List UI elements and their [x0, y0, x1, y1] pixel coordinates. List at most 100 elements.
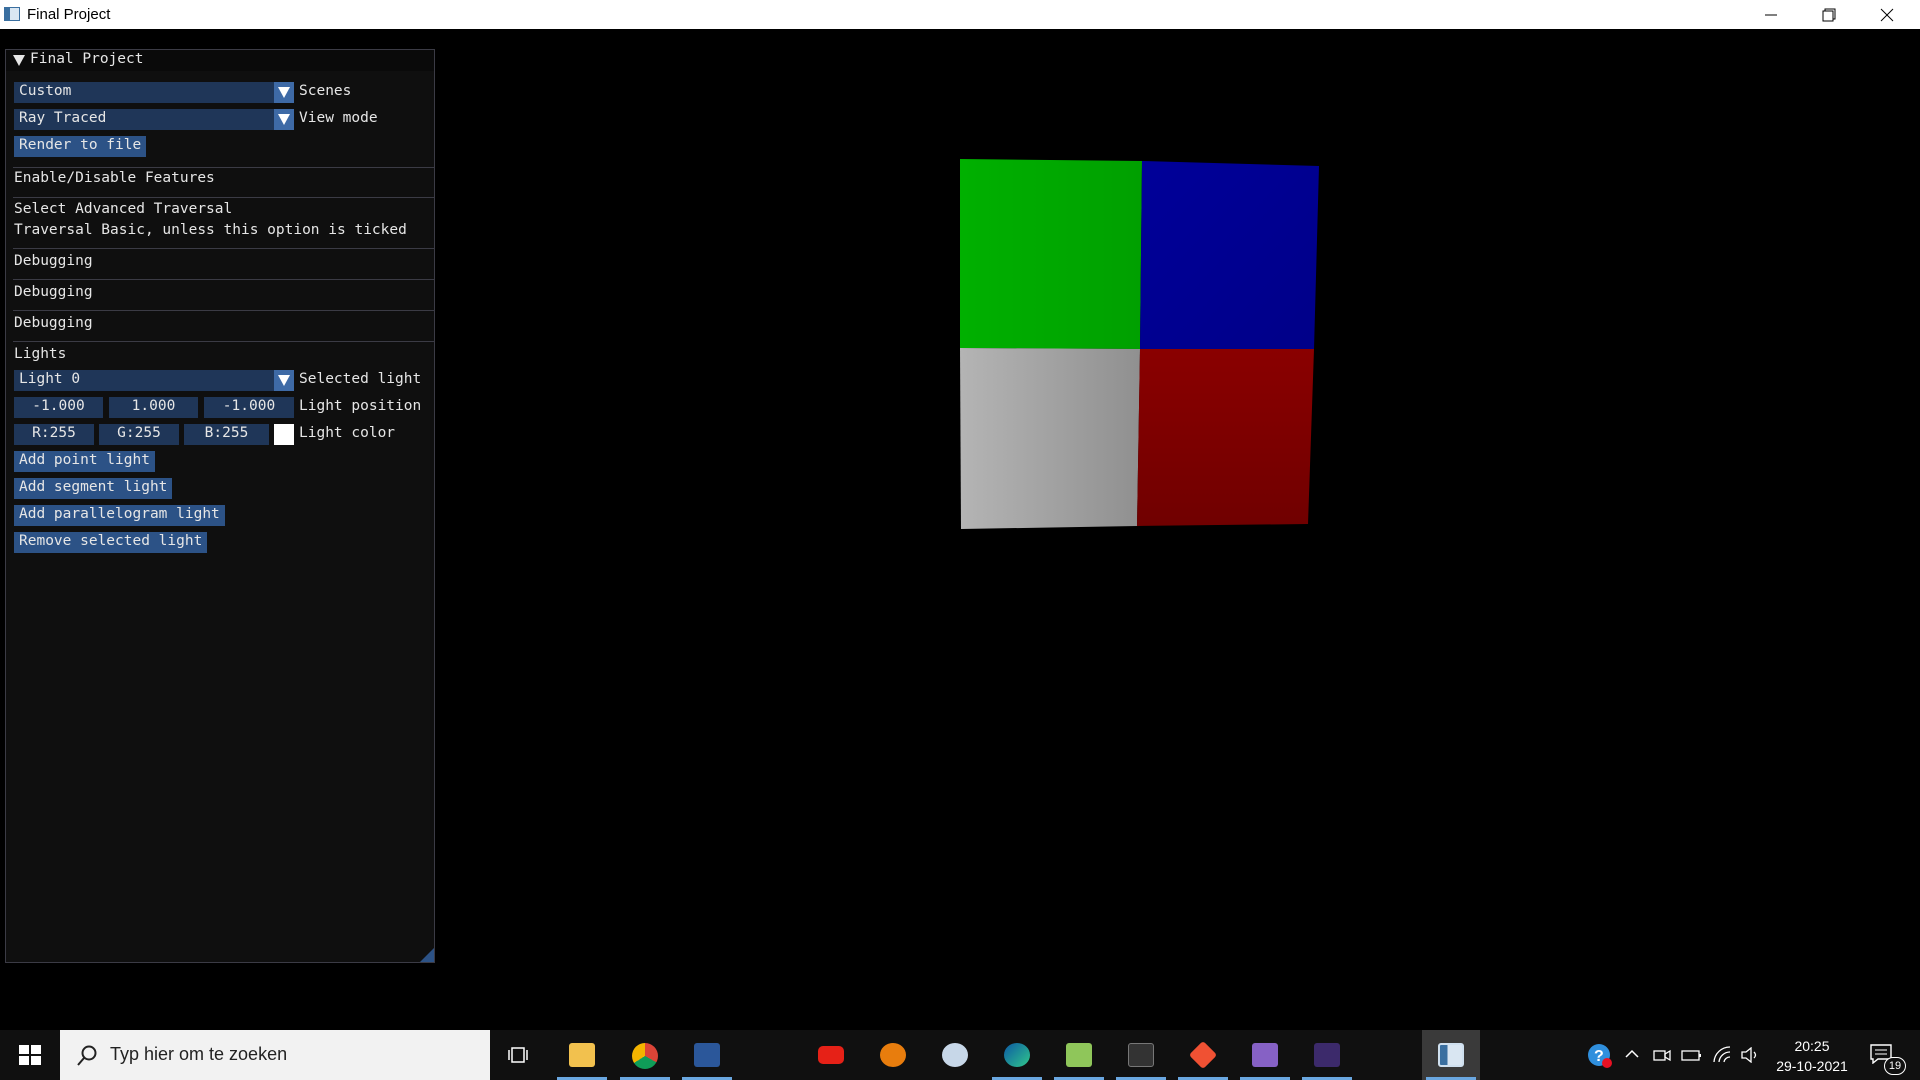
debugging-section-3[interactable]: Debugging [14, 315, 93, 331]
separator [13, 341, 435, 342]
panel-title: Final Project [30, 51, 144, 67]
collapse-arrow-icon [13, 55, 25, 66]
window-title: Final Project [27, 6, 111, 23]
taskbar-console[interactable] [1298, 1030, 1356, 1080]
final-project-icon [1438, 1043, 1464, 1067]
quad-top-right [1140, 161, 1319, 349]
light-position-z[interactable]: -1.000 [204, 397, 294, 418]
view-mode-value: Ray Traced [19, 110, 107, 126]
chrome-icon [632, 1043, 658, 1069]
render-viewport[interactable] [435, 29, 1920, 1030]
taskbar-terminal[interactable] [1112, 1030, 1170, 1080]
quad-bottom-right [1137, 349, 1314, 526]
blender-icon [880, 1043, 906, 1067]
selected-light-combo[interactable]: Light 0 [14, 370, 294, 391]
features-heading: Enable/Disable Features [14, 170, 215, 186]
camera-icon [1653, 1049, 1671, 1062]
resize-grip[interactable] [420, 948, 434, 962]
battery-tray-button[interactable] [1678, 1030, 1706, 1080]
selected-light-value: Light 0 [19, 371, 81, 387]
taskbar-chrome[interactable] [616, 1030, 674, 1080]
terminal-icon [1128, 1043, 1154, 1067]
speaker-icon [1741, 1047, 1757, 1063]
notification-count-badge: 19 [1884, 1057, 1906, 1075]
minimize-icon [1765, 14, 1777, 16]
start-button[interactable] [0, 1030, 60, 1080]
light-color-r[interactable]: R:255 [14, 424, 94, 445]
taskbar-paint[interactable] [926, 1030, 984, 1080]
show-hidden-icons-button[interactable] [1618, 1030, 1646, 1080]
chevron-down-icon [274, 109, 294, 130]
light-color-swatch[interactable] [274, 424, 294, 445]
chevron-up-icon [1625, 1049, 1639, 1058]
search-icon [77, 1045, 97, 1066]
view-mode-combo[interactable]: Ray Traced [14, 109, 294, 130]
help-tray-button[interactable]: ? [1584, 1030, 1614, 1080]
search-placeholder: Typ hier om te zoeken [110, 1044, 288, 1064]
restore-icon [1822, 8, 1836, 22]
taskbar-word[interactable] [678, 1030, 736, 1080]
taskbar-file-explorer[interactable] [553, 1030, 611, 1080]
windows-logo-icon [19, 1045, 41, 1065]
lights-heading: Lights [14, 346, 67, 362]
quad-bottom-left [960, 348, 1140, 529]
task-view-button[interactable] [490, 1030, 548, 1080]
light-position-y[interactable]: 1.000 [109, 397, 198, 418]
add-parallelogram-light-button[interactable]: Add parallelogram light [14, 505, 225, 526]
notepad-plus-icon [1066, 1043, 1092, 1067]
close-button[interactable] [1858, 0, 1916, 29]
light-color-b[interactable]: B:255 [184, 424, 269, 445]
console-icon [1314, 1043, 1340, 1067]
minimize-button[interactable] [1742, 0, 1800, 29]
clock-time: 20:25 [1794, 1038, 1830, 1054]
notification-center-button[interactable]: 19 [1866, 1030, 1916, 1080]
add-point-light-button[interactable]: Add point light [14, 451, 155, 472]
edge-icon [1004, 1043, 1030, 1067]
light-position-label: Light position [299, 398, 422, 414]
separator [13, 248, 435, 249]
help-icon: ? [1588, 1044, 1612, 1068]
taskbar-final-project[interactable] [1422, 1030, 1480, 1080]
taskbar-visual-studio[interactable] [1236, 1030, 1294, 1080]
search-box[interactable]: Typ hier om te zoeken [60, 1030, 490, 1080]
selected-light-label: Selected light [299, 371, 422, 387]
battery-icon [1681, 1050, 1701, 1061]
close-icon [1880, 8, 1894, 22]
network-tray-button[interactable] [1708, 1030, 1736, 1080]
separator [13, 167, 435, 168]
panel-header[interactable]: Final Project [6, 50, 434, 71]
visual-studio-icon [1252, 1043, 1278, 1067]
restore-button[interactable] [1800, 0, 1858, 29]
chevron-down-icon [274, 82, 294, 103]
title-bar: Final Project [0, 0, 1920, 29]
debugging-section-2[interactable]: Debugging [14, 284, 93, 300]
light-color-g[interactable]: G:255 [99, 424, 179, 445]
render-to-file-button[interactable]: Render to file [14, 136, 147, 157]
taskbar-notepad-plus[interactable] [1050, 1030, 1108, 1080]
final-project-panel: Final Project Custom Scenes Ray Traced V… [5, 49, 435, 963]
app-icon [4, 7, 20, 21]
light-position-x[interactable]: -1.000 [14, 397, 103, 418]
debugging-section-1[interactable]: Debugging [14, 253, 93, 269]
paint-palette-icon [942, 1043, 968, 1067]
volume-tray-button[interactable] [1738, 1030, 1764, 1080]
youtube-icon [818, 1046, 844, 1064]
taskbar-git[interactable] [1174, 1030, 1232, 1080]
taskbar-edge[interactable] [988, 1030, 1046, 1080]
scenes-label: Scenes [299, 83, 352, 99]
separator [13, 310, 435, 311]
taskbar-youtube[interactable] [802, 1030, 860, 1080]
traversal-checkbox-label[interactable]: Select Advanced Traversal [14, 201, 232, 217]
task-view-icon [508, 1047, 528, 1063]
clock[interactable]: 20:25 29-10-2021 [1764, 1036, 1860, 1076]
traversal-note: Traversal Basic, unless this option is t… [14, 222, 407, 238]
wifi-icon [1713, 1046, 1731, 1063]
meet-now-tray-button[interactable] [1648, 1030, 1676, 1080]
taskbar-blender[interactable] [864, 1030, 922, 1080]
add-segment-light-button[interactable]: Add segment light [14, 478, 173, 499]
git-icon [1188, 1040, 1218, 1070]
scenes-value: Custom [19, 83, 72, 99]
chevron-down-icon [274, 370, 294, 391]
scenes-combo[interactable]: Custom [14, 82, 294, 103]
remove-selected-light-button[interactable]: Remove selected light [14, 532, 208, 553]
